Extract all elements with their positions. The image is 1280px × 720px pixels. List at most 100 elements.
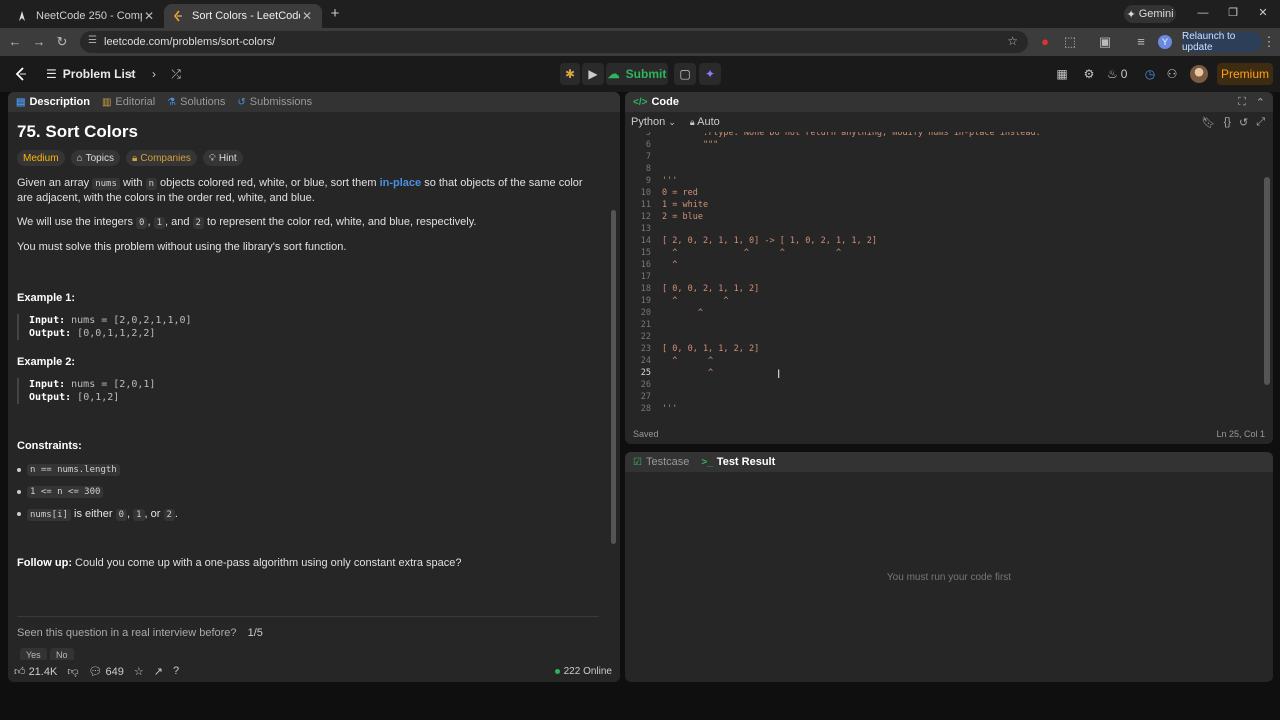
- prev-problem-icon[interactable]: ‹: [124, 67, 138, 81]
- comments-button[interactable]: 💬︎ 649: [88, 665, 123, 678]
- reload-icon[interactable]: ↻: [55, 35, 69, 49]
- code-line[interactable]: 27: [625, 391, 1265, 403]
- new-tab-plus-icon[interactable]: +: [327, 6, 343, 22]
- tab-submissions[interactable]: ↺ Submissions: [237, 96, 312, 108]
- topics-tag[interactable]: ⌂ Topics: [70, 150, 120, 166]
- companies-tag[interactable]: 🔒︎ Companies: [125, 150, 197, 166]
- premium-button[interactable]: Premium: [1217, 63, 1273, 85]
- gemini-button[interactable]: ✦ Gemini: [1124, 5, 1176, 23]
- notes-button[interactable]: ▢: [674, 63, 696, 85]
- tab-solutions[interactable]: ⚗ Solutions: [167, 96, 225, 108]
- code-line[interactable]: 26: [625, 379, 1265, 391]
- dislike-icon[interactable]: 👎︎: [67, 665, 78, 678]
- layout-grid-icon[interactable]: ▦: [1055, 67, 1069, 81]
- debug-button[interactable]: ✱: [560, 63, 580, 85]
- code-editor[interactable]: 5 :rtype: None Do not return anything, m…: [625, 132, 1265, 422]
- editor-scrollbar[interactable]: [1264, 177, 1270, 385]
- run-button[interactable]: ▶: [582, 63, 604, 85]
- close-tab-icon[interactable]: ✕: [300, 9, 314, 23]
- code-line[interactable]: 5 :rtype: None Do not return anything, m…: [625, 132, 1265, 139]
- like-button[interactable]: 👍︎ 21.4K: [14, 665, 57, 678]
- collapse-icon[interactable]: ⌃: [1256, 96, 1265, 109]
- browser-tab-neetcode[interactable]: NeetCode 250 - Complete Beg ✕: [8, 4, 164, 28]
- line-text: ^: [662, 260, 678, 270]
- forward-arrow-icon[interactable]: →: [32, 35, 46, 49]
- close-tab-icon[interactable]: ✕: [142, 9, 156, 23]
- bookmark-star-icon[interactable]: ☆: [1007, 34, 1018, 48]
- help-icon[interactable]: ?: [173, 665, 179, 677]
- code-tab[interactable]: </> Code: [633, 96, 679, 108]
- code-line[interactable]: 21: [625, 319, 1265, 331]
- code-line[interactable]: 20 ^: [625, 307, 1265, 319]
- extensions-puzzle-icon[interactable]: ⬚: [1063, 35, 1077, 49]
- description-paragraph: You must solve this problem without usin…: [17, 241, 347, 253]
- follow-up: Follow up: Could you come up with a one-…: [17, 557, 462, 569]
- description-footer: 👍︎ 21.4K 👎︎ 💬︎ 649 ☆ ↗ ? 222 Online: [8, 660, 620, 682]
- close-window-icon[interactable]: ✕: [1256, 6, 1270, 20]
- ai-assist-button[interactable]: ✦: [699, 63, 721, 85]
- code-line[interactable]: 16 ^: [625, 259, 1265, 271]
- code-line[interactable]: 19 ^ ^: [625, 295, 1265, 307]
- line-number: 13: [640, 224, 651, 234]
- fullscreen-icon[interactable]: ⛶: [1238, 96, 1246, 109]
- leetcode-logo-icon[interactable]: [14, 67, 28, 81]
- flask-icon: ⚗: [167, 96, 177, 108]
- address-bar[interactable]: ☰ leetcode.com/problems/sort-colors/ ☆: [80, 31, 1028, 53]
- hint-tag[interactable]: 💡︎ Hint: [202, 150, 243, 166]
- streak-counter[interactable]: ♨ 0: [1107, 67, 1131, 81]
- relaunch-button[interactable]: Relaunch to update: [1182, 31, 1262, 53]
- site-info-icon[interactable]: ☰: [88, 35, 100, 47]
- code-line[interactable]: 7: [625, 151, 1265, 163]
- code-line[interactable]: 25 ^: [625, 367, 1265, 379]
- chrome-menu-icon[interactable]: ⋮: [1262, 35, 1276, 49]
- maximize-icon[interactable]: ❐: [1226, 6, 1240, 20]
- browser-tab-leetcode[interactable]: Sort Colors - LeetCode ✕: [164, 4, 322, 28]
- cast-icon[interactable]: ▣: [1098, 35, 1112, 49]
- settings-gear-icon[interactable]: ⚙: [1082, 67, 1096, 81]
- neetcode-favicon-icon: [16, 10, 28, 22]
- code-line[interactable]: 14 [ 2, 0, 2, 1, 1, 0] -> [ 1, 0, 2, 1, 1…: [625, 235, 1265, 247]
- sparkle-icon: ✦: [704, 67, 716, 81]
- code-line[interactable]: 9 ''': [625, 175, 1265, 187]
- tab-editorial[interactable]: ▥ Editorial: [102, 96, 155, 108]
- tab-test-result[interactable]: >_ Test Result: [701, 456, 775, 468]
- next-problem-icon[interactable]: ›: [147, 67, 161, 81]
- code-line[interactable]: 24 ^ ^: [625, 355, 1265, 367]
- user-avatar[interactable]: [1190, 65, 1208, 83]
- share-icon[interactable]: ↗: [154, 665, 163, 678]
- expand-icon[interactable]: ⤢: [1256, 116, 1265, 129]
- reset-icon[interactable]: ↺: [1239, 116, 1248, 129]
- profile-avatar-icon[interactable]: Y: [1158, 35, 1172, 49]
- code-line[interactable]: 17: [625, 271, 1265, 283]
- timer-icon[interactable]: ◷: [1143, 67, 1157, 81]
- code-line[interactable]: 13: [625, 223, 1265, 235]
- code-line[interactable]: 22: [625, 331, 1265, 343]
- submit-button[interactable]: ☁ Submit: [606, 63, 668, 85]
- language-select[interactable]: Python ⌄: [631, 116, 676, 128]
- code-line[interactable]: 18 [ 0, 0, 2, 1, 1, 2]: [625, 283, 1265, 295]
- tab-label: Editorial: [115, 96, 156, 108]
- code-line[interactable]: 12 2 = blue: [625, 211, 1265, 223]
- description-scrollbar[interactable]: [611, 210, 616, 544]
- add-friend-icon[interactable]: ⚇: [1165, 67, 1179, 81]
- shuffle-icon[interactable]: ⤮: [169, 67, 183, 81]
- tab-testcase[interactable]: ☑ Testcase: [633, 456, 689, 468]
- code-line[interactable]: 6 """: [625, 139, 1265, 151]
- bookmark-icon[interactable]: 🔖︎: [1202, 116, 1216, 129]
- media-control-icon[interactable]: ≡: [1134, 35, 1148, 49]
- code-line[interactable]: 23 [ 0, 0, 1, 1, 2, 2]: [625, 343, 1265, 355]
- problem-list-link[interactable]: ☰ Problem List: [46, 66, 135, 82]
- code-line[interactable]: 10 0 = red: [625, 187, 1265, 199]
- code-line[interactable]: 8: [625, 163, 1265, 175]
- code-line[interactable]: 15 ^ ^ ^ ^: [625, 247, 1265, 259]
- format-braces-icon[interactable]: {}: [1224, 116, 1231, 129]
- minimize-icon[interactable]: —: [1196, 6, 1210, 20]
- extension-icon[interactable]: ●: [1038, 35, 1052, 49]
- star-icon[interactable]: ☆: [134, 665, 144, 678]
- tab-description[interactable]: ▤ Description: [16, 96, 90, 108]
- auto-mode[interactable]: 🔒︎ Auto: [690, 116, 720, 128]
- back-arrow-icon[interactable]: ←: [8, 35, 22, 49]
- code-line[interactable]: 28 ''': [625, 403, 1265, 415]
- in-place-link[interactable]: in-place: [380, 177, 422, 189]
- code-line[interactable]: 11 1 = white: [625, 199, 1265, 211]
